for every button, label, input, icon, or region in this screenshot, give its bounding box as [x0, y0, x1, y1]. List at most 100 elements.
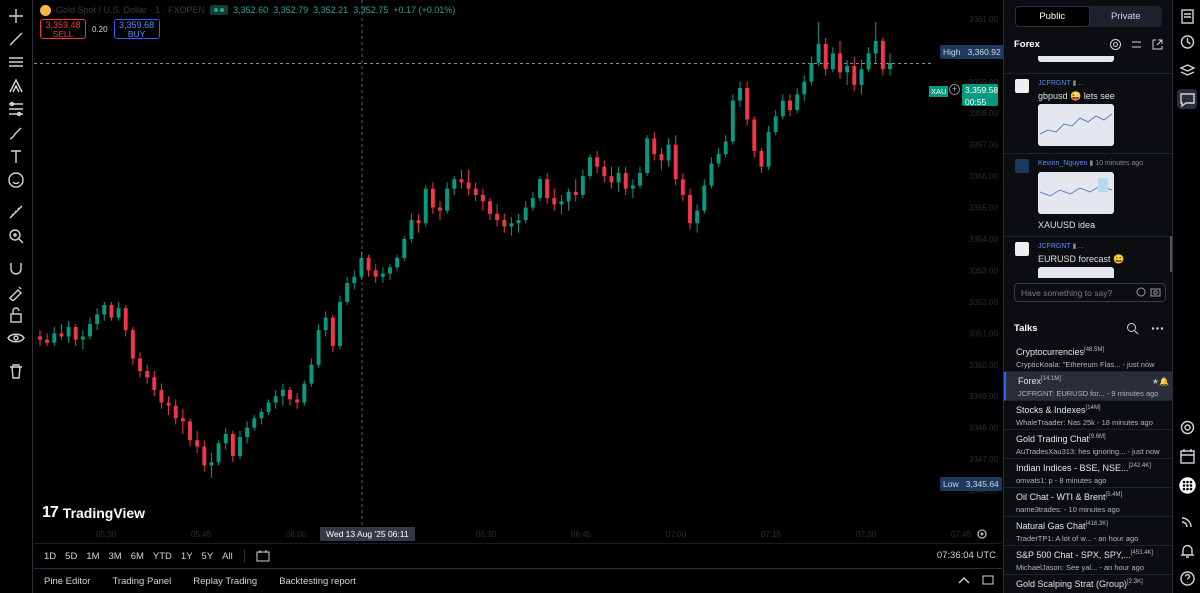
- mention-icon[interactable]: [1109, 38, 1122, 51]
- crosshair-icon[interactable]: [5, 5, 27, 27]
- range-6m[interactable]: 6M: [131, 551, 144, 562]
- range-all[interactable]: All: [222, 551, 233, 562]
- tab-private[interactable]: Private: [1090, 6, 1163, 27]
- emoji-icon[interactable]: [1136, 287, 1146, 297]
- range-1d[interactable]: 1D: [44, 551, 56, 562]
- candle-body: [873, 40, 878, 54]
- eye-icon[interactable]: [5, 327, 27, 349]
- candle-body: [659, 154, 664, 161]
- sell-button[interactable]: 3,359.48 SELL: [40, 19, 86, 39]
- range-5d[interactable]: 5D: [65, 551, 77, 562]
- candle-body: [430, 188, 435, 208]
- tab-public[interactable]: Public: [1015, 6, 1090, 27]
- magnet-icon[interactable]: [5, 257, 27, 279]
- watchlist-icon[interactable]: [1177, 6, 1197, 26]
- candle-body: [630, 185, 635, 189]
- room-item[interactable]: Oil Chat - WTI & Brent[5.4M] name3trades:…: [1004, 488, 1173, 517]
- candlestick-plot[interactable]: 3361.003360.003359.003358.003357.003356.…: [34, 0, 1002, 543]
- trend-line-icon[interactable]: [5, 28, 27, 50]
- room-item[interactable]: Cryptocurrencies[48.5M] CrypticKoala: "Et…: [1004, 343, 1173, 372]
- candle-body: [673, 144, 678, 180]
- alerts-clock-icon[interactable]: [1177, 31, 1197, 51]
- drawing-mode-icon[interactable]: [5, 281, 27, 303]
- chevron-up-icon[interactable]: [958, 575, 970, 585]
- horizontal-lines-icon[interactable]: [5, 51, 27, 73]
- calendar-icon[interactable]: [1177, 446, 1197, 466]
- chat-input[interactable]: Have something to say?: [1014, 283, 1166, 302]
- high-label: High: [943, 47, 961, 57]
- range-ytd[interactable]: YTD: [153, 551, 172, 562]
- chat-messages[interactable]: JCFRGNT ▮ ... gbpusd 😜 lets see Kevinn_N…: [1004, 56, 1173, 278]
- symbol-name[interactable]: Gold Spot / U.S. Dollar · 1 · FXOPEN: [56, 5, 205, 15]
- room-item[interactable]: Indian Indices - BSE, NSE...[242.4K] omva…: [1004, 459, 1173, 488]
- maximize-panel-icon[interactable]: [982, 575, 994, 585]
- message-author[interactable]: JCFRGNT ▮ ...: [1038, 242, 1084, 250]
- pop-out-icon[interactable]: [1151, 38, 1164, 51]
- chats-icon[interactable]: [1177, 89, 1197, 109]
- market-status-icon[interactable]: [210, 5, 229, 15]
- pitchfork-icon[interactable]: [5, 75, 27, 97]
- range-5y[interactable]: 5Y: [202, 551, 214, 562]
- candle-body: [245, 427, 250, 438]
- trash-icon[interactable]: [5, 360, 27, 382]
- bell-icon[interactable]: 🔔: [1159, 377, 1169, 386]
- room-item[interactable]: Forex[14.1M] JCFRGNT: EURUSD for... - 9 m…: [1004, 372, 1173, 401]
- star-icon[interactable]: ★: [1152, 377, 1159, 386]
- tab-backtesting-report[interactable]: Backtesting report: [279, 576, 356, 587]
- chart-pane[interactable]: 3361.003360.003359.003358.003357.003356.…: [34, 0, 1004, 543]
- range-1y[interactable]: 1Y: [181, 551, 193, 562]
- chart-settings-icon[interactable]: [975, 527, 989, 541]
- layers-icon[interactable]: [1177, 60, 1197, 80]
- candle-body: [502, 220, 507, 227]
- candle-body: [616, 172, 621, 183]
- avatar[interactable]: [1015, 159, 1029, 173]
- room-item[interactable]: Stocks & Indexes[14M] WhaleTraader: Nas 2…: [1004, 401, 1173, 430]
- message-author[interactable]: JCFRGNT ▮ ...: [1038, 79, 1084, 87]
- tab-trading-panel[interactable]: Trading Panel: [112, 576, 171, 587]
- stream-icon[interactable]: [1177, 510, 1197, 530]
- help-icon[interactable]: [1177, 568, 1197, 588]
- room-item[interactable]: Natural Gas Chat[416.3K] TraderTP1: A lot…: [1004, 517, 1173, 546]
- tab-replay-trading[interactable]: Replay Trading: [193, 576, 257, 587]
- tab-pine-editor[interactable]: Pine Editor: [44, 576, 90, 587]
- candle-body: [466, 182, 471, 189]
- notifications-icon[interactable]: [1177, 540, 1197, 560]
- message-chart-image[interactable]: [1038, 56, 1114, 62]
- candle-body: [580, 176, 585, 195]
- emoji-icon[interactable]: [5, 169, 27, 191]
- fib-icon[interactable]: [5, 98, 27, 120]
- ruler-icon[interactable]: [5, 201, 27, 223]
- utc-clock[interactable]: 07:36:04 UTC: [937, 550, 996, 561]
- message-author[interactable]: Kevinn_Nguyen ▮ 10 minutes ago: [1038, 159, 1143, 167]
- avatar[interactable]: [1015, 242, 1029, 256]
- switch-icon[interactable]: [1130, 38, 1143, 51]
- candle-body: [209, 462, 214, 466]
- candle-body: [573, 191, 578, 195]
- text-icon[interactable]: [5, 146, 27, 168]
- candle-body: [223, 433, 228, 444]
- search-icon[interactable]: [1126, 322, 1139, 335]
- camera-icon[interactable]: [1150, 287, 1161, 297]
- range-1m[interactable]: 1M: [86, 551, 99, 562]
- room-item[interactable]: S&P 500 Chat - SPX, SPY,...[453.4K] Micha…: [1004, 546, 1173, 575]
- message-chart-image[interactable]: [1038, 104, 1114, 146]
- brush-icon[interactable]: [5, 122, 27, 144]
- room-item[interactable]: Gold Scalping Strat (Group)[2.3K]: [1004, 575, 1173, 593]
- apps-grid-icon[interactable]: [1177, 475, 1197, 495]
- room-name: Forex: [1018, 376, 1042, 386]
- target-icon[interactable]: [1177, 417, 1197, 437]
- message-chart-image[interactable]: [1038, 267, 1114, 278]
- room-item[interactable]: Gold Trading Chat[9.6M] AuTradesXau313: h…: [1004, 430, 1173, 459]
- goto-date-icon[interactable]: [256, 550, 270, 562]
- lock-icon[interactable]: [5, 304, 27, 326]
- message-chart-image[interactable]: [1038, 172, 1114, 214]
- x-tick-label: 06:45: [571, 530, 592, 539]
- add-alert-icon[interactable]: +: [949, 84, 960, 95]
- zoom-icon[interactable]: [5, 225, 27, 247]
- more-icon[interactable]: [1151, 322, 1164, 335]
- avatar[interactable]: [1015, 79, 1029, 93]
- range-3m[interactable]: 3M: [109, 551, 122, 562]
- message-text: XAUUSD idea: [1038, 220, 1096, 230]
- buy-button[interactable]: 3,359.68 BUY: [113, 19, 160, 39]
- candle-body: [709, 163, 714, 186]
